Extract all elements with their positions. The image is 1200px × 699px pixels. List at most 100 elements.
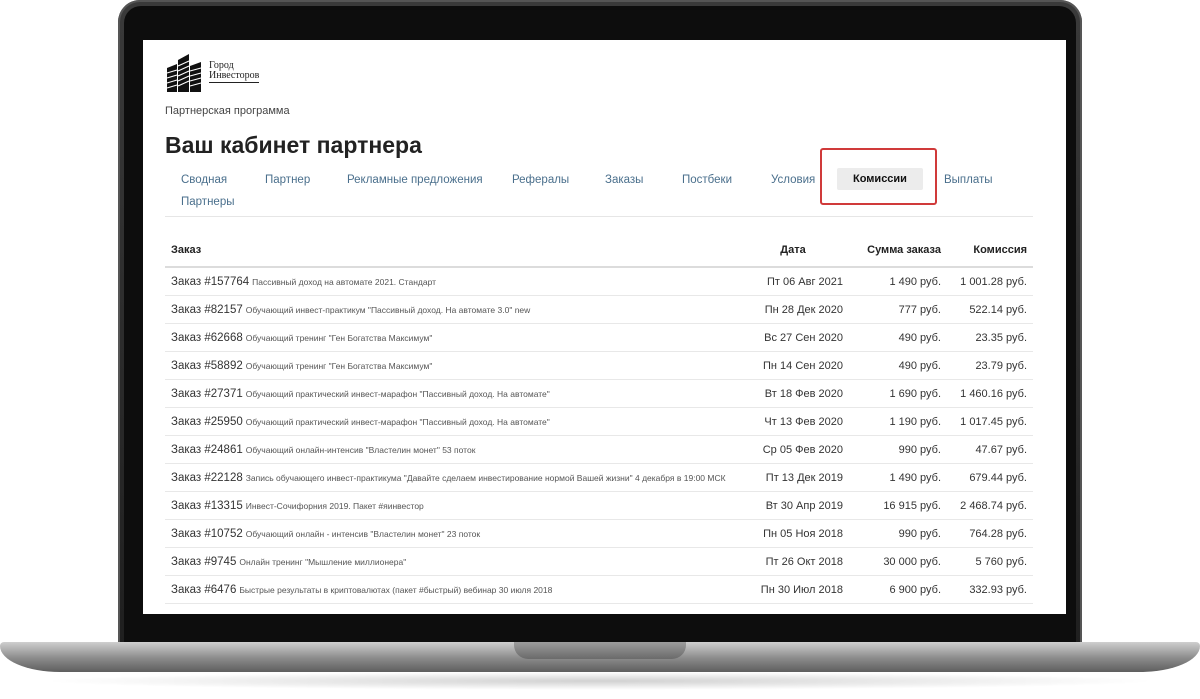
order-number[interactable]: Заказ #157764 (171, 276, 249, 288)
laptop-notch (514, 642, 686, 659)
header-commission[interactable]: Комиссия (947, 234, 1033, 268)
table-body: Заказ #157764 Пассивный доход на автомате… (165, 267, 1033, 604)
order-description: Онлайн тренинг "Мышление миллионера" (239, 556, 407, 567)
order-sum: 1 690 руб. (849, 379, 947, 408)
order-cell: Заказ #10752 Обучающий онлайн - интенсив … (165, 519, 737, 548)
active-tab-highlight (820, 148, 937, 205)
order-cell: Заказ #27371 Обучающий практический инвес… (165, 379, 737, 408)
tab-terms[interactable]: Условия (771, 174, 815, 186)
order-sum: 490 руб. (849, 323, 947, 352)
table-row: Заказ #10752 Обучающий онлайн - интенсив … (165, 519, 1033, 548)
order-number[interactable]: Заказ #22128 (171, 472, 243, 484)
order-sum: 777 руб. (849, 295, 947, 324)
order-description: Обучающий практический инвест-марафон "П… (245, 416, 550, 427)
order-date: Пн 28 Дек 2020 (737, 295, 849, 324)
order-commission: 2 468.74 руб. (947, 491, 1033, 520)
table-header-row: Заказ Дата Сумма заказа Комиссия (165, 234, 1033, 268)
order-number[interactable]: Заказ #58892 (171, 360, 243, 372)
order-cell: Заказ #13315 Инвест-Сочифорния 2019. Паке… (165, 491, 737, 520)
order-date: Пн 14 Сен 2020 (737, 351, 849, 380)
order-cell: Заказ #9745 Онлайн тренинг "Мышление милл… (165, 547, 737, 576)
order-date: Вт 30 Апр 2019 (737, 491, 849, 520)
table-row: Заказ #24861 Обучающий онлайн-интенсив "В… (165, 435, 1033, 464)
order-commission: 1 460.16 руб. (947, 379, 1033, 408)
order-cell: Заказ #82157 Обучающий инвест-практикум "… (165, 295, 737, 324)
order-description: Обучающий тренинг "Ген Богатства Максиму… (245, 332, 433, 343)
laptop-shadow (40, 672, 1160, 690)
table-row: Заказ #62668 Обучающий тренинг "Ген Богат… (165, 323, 1033, 352)
order-cell: Заказ #6476 Быстрые результаты в криптова… (165, 575, 737, 604)
order-number[interactable]: Заказ #9745 (171, 556, 236, 568)
tab-summary[interactable]: Сводная (181, 174, 227, 186)
order-sum: 30 000 руб. (849, 547, 947, 576)
tab-postbacks[interactable]: Постбеки (682, 174, 732, 186)
order-date: Вт 18 Фев 2020 (737, 379, 849, 408)
order-cell: Заказ #24861 Обучающий онлайн-интенсив "В… (165, 435, 737, 464)
order-cell: Заказ #25950 Обучающий практический инвес… (165, 407, 737, 436)
logo-line-2: Инвесторов (209, 70, 260, 81)
table-row: Заказ #25950 Обучающий практический инвес… (165, 407, 1033, 436)
tab-partners[interactable]: Партнеры (181, 196, 234, 208)
order-commission: 764.28 руб. (947, 519, 1033, 548)
logo-text: Город Инвесторов (209, 61, 260, 83)
order-commission: 1 017.45 руб. (947, 407, 1033, 436)
screen: Город Инвесторов Партнерская программа В… (143, 40, 1066, 614)
table-row: Заказ #9745 Онлайн тренинг "Мышление милл… (165, 547, 1033, 576)
header-sum[interactable]: Сумма заказа (849, 234, 947, 268)
order-sum: 1 490 руб. (849, 463, 947, 492)
order-date: Пн 05 Ноя 2018 (737, 519, 849, 548)
order-commission: 47.67 руб. (947, 435, 1033, 464)
order-number[interactable]: Заказ #82157 (171, 304, 243, 316)
logo[interactable]: Город Инвесторов (165, 52, 260, 92)
table-row: Заказ #6476 Быстрые результаты в криптова… (165, 575, 1033, 604)
order-number[interactable]: Заказ #25950 (171, 416, 243, 428)
order-number[interactable]: Заказ #13315 (171, 500, 243, 512)
order-commission: 332.93 руб. (947, 575, 1033, 604)
order-date: Пн 30 Июл 2018 (737, 575, 849, 604)
order-number[interactable]: Заказ #27371 (171, 388, 243, 400)
table-row: Заказ #27371 Обучающий практический инвес… (165, 379, 1033, 408)
breadcrumb[interactable]: Партнерская программа (165, 105, 290, 117)
order-sum: 990 руб. (849, 519, 947, 548)
city-buildings-icon (166, 54, 202, 92)
order-commission: 1 001.28 руб. (947, 267, 1033, 296)
order-cell: Заказ #58892 Обучающий тренинг "Ген Богат… (165, 351, 737, 380)
order-number[interactable]: Заказ #24861 (171, 444, 243, 456)
tab-payouts[interactable]: Выплаты (944, 174, 993, 186)
order-description: Обучающий онлайн - интенсив "Властелин м… (245, 528, 481, 539)
order-commission: 522.14 руб. (947, 295, 1033, 324)
order-sum: 1 490 руб. (849, 267, 947, 296)
table-row: Заказ #157764 Пассивный доход на автомате… (165, 267, 1033, 296)
order-sum: 6 900 руб. (849, 575, 947, 604)
order-cell: Заказ #22128 Запись обучающего инвест-пра… (165, 463, 737, 492)
tab-partner[interactable]: Партнер (265, 174, 310, 186)
page-title: Ваш кабинет партнера (165, 132, 422, 158)
table-row: Заказ #82157 Обучающий инвест-практикум "… (165, 295, 1033, 324)
order-sum: 16 915 руб. (849, 491, 947, 520)
order-description: Быстрые результаты в криптовалютах (паке… (239, 584, 553, 595)
order-cell: Заказ #157764 Пассивный доход на автомате… (165, 267, 737, 296)
order-date: Пт 26 Окт 2018 (737, 547, 849, 576)
order-commission: 679.44 руб. (947, 463, 1033, 492)
order-number[interactable]: Заказ #10752 (171, 528, 243, 540)
order-date: Вс 27 Сен 2020 (737, 323, 849, 352)
order-date: Пт 06 Авг 2021 (737, 267, 849, 296)
order-cell: Заказ #62668 Обучающий тренинг "Ген Богат… (165, 323, 737, 352)
order-number[interactable]: Заказ #62668 (171, 332, 243, 344)
order-sum: 490 руб. (849, 351, 947, 380)
tab-orders[interactable]: Заказы (605, 174, 643, 186)
order-date: Ср 05 Фев 2020 (737, 435, 849, 464)
order-commission: 5 760 руб. (947, 547, 1033, 576)
order-description: Пассивный доход на автомате 2021. Станда… (252, 276, 437, 287)
order-number[interactable]: Заказ #6476 (171, 584, 236, 596)
header-date[interactable]: Дата (737, 234, 849, 268)
commissions-table: Заказ Дата Сумма заказа Комиссия Заказ #… (165, 234, 1033, 604)
table-row: Заказ #13315 Инвест-Сочифорния 2019. Паке… (165, 491, 1033, 520)
order-description: Обучающий тренинг "Ген Богатства Максиму… (245, 360, 433, 371)
order-description: Обучающий онлайн-интенсив "Властелин мон… (245, 444, 476, 455)
order-sum: 1 190 руб. (849, 407, 947, 436)
tab-ad-offers[interactable]: Рекламные предложения (347, 174, 483, 186)
header-order[interactable]: Заказ (165, 234, 737, 268)
tab-referrals[interactable]: Рефералы (512, 174, 569, 186)
table-row: Заказ #22128 Запись обучающего инвест-пра… (165, 463, 1033, 492)
